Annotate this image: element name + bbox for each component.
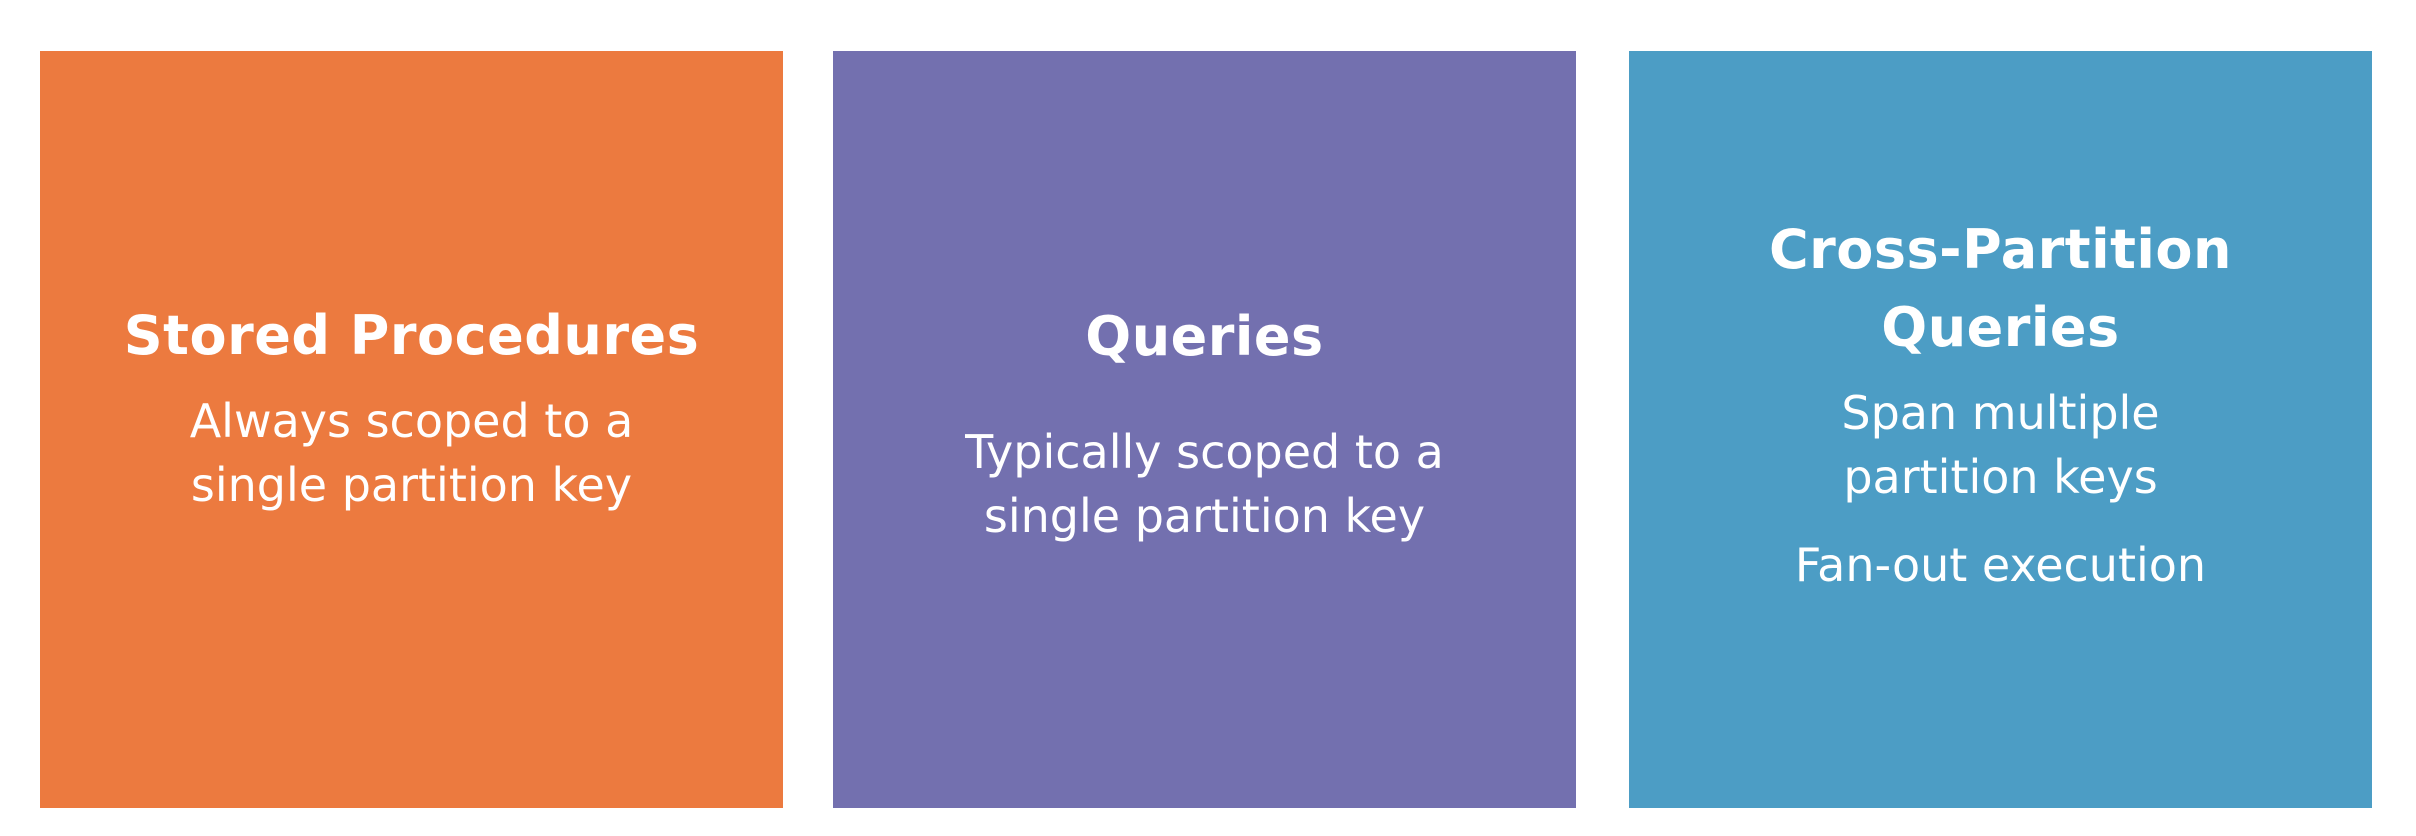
card-description: Span multiple partition keys [1841, 381, 2159, 509]
card-title: Cross-Partition Queries [1769, 211, 2232, 367]
queries-card: Queries Typically scoped to a single par… [833, 51, 1576, 808]
card-title: Queries [1085, 304, 1324, 368]
card-title: Stored Procedures [123, 303, 700, 367]
card-description-line: Always scoped to a [189, 393, 634, 448]
cross-partition-queries-card: Cross-Partition Queries Span multiple pa… [1629, 51, 2372, 808]
card-title-line: Cross-Partition [1769, 217, 2232, 281]
card-description-line: single partition key [190, 457, 633, 512]
card-note: Fan-out execution [1794, 537, 2207, 592]
card-description-line: single partition key [983, 488, 1426, 543]
card-description: Typically scoped to a single partition k… [965, 420, 1444, 548]
card-title-line: Queries [1881, 295, 2120, 359]
card-description-line: partition keys [1843, 449, 2158, 504]
card-description-line: Span multiple [1841, 385, 2160, 440]
card-description-line: Typically scoped to a [965, 424, 1444, 479]
card-description: Always scoped to a single partition key [190, 389, 634, 517]
stored-procedures-card: Stored Procedures Always scoped to a sin… [40, 51, 783, 808]
